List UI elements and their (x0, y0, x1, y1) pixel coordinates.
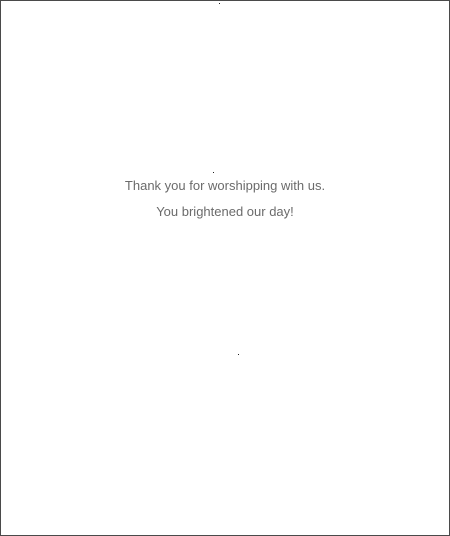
stray-mark (219, 3, 220, 4)
document-page: Thank you for worshipping with us. You b… (0, 0, 450, 536)
stray-mark (238, 354, 239, 355)
message-line-2: You brightened our day! (156, 204, 294, 219)
thank-you-message: Thank you for worshipping with us. You b… (1, 177, 449, 221)
stray-mark (213, 172, 214, 173)
message-line-1: Thank you for worshipping with us. (124, 178, 326, 193)
